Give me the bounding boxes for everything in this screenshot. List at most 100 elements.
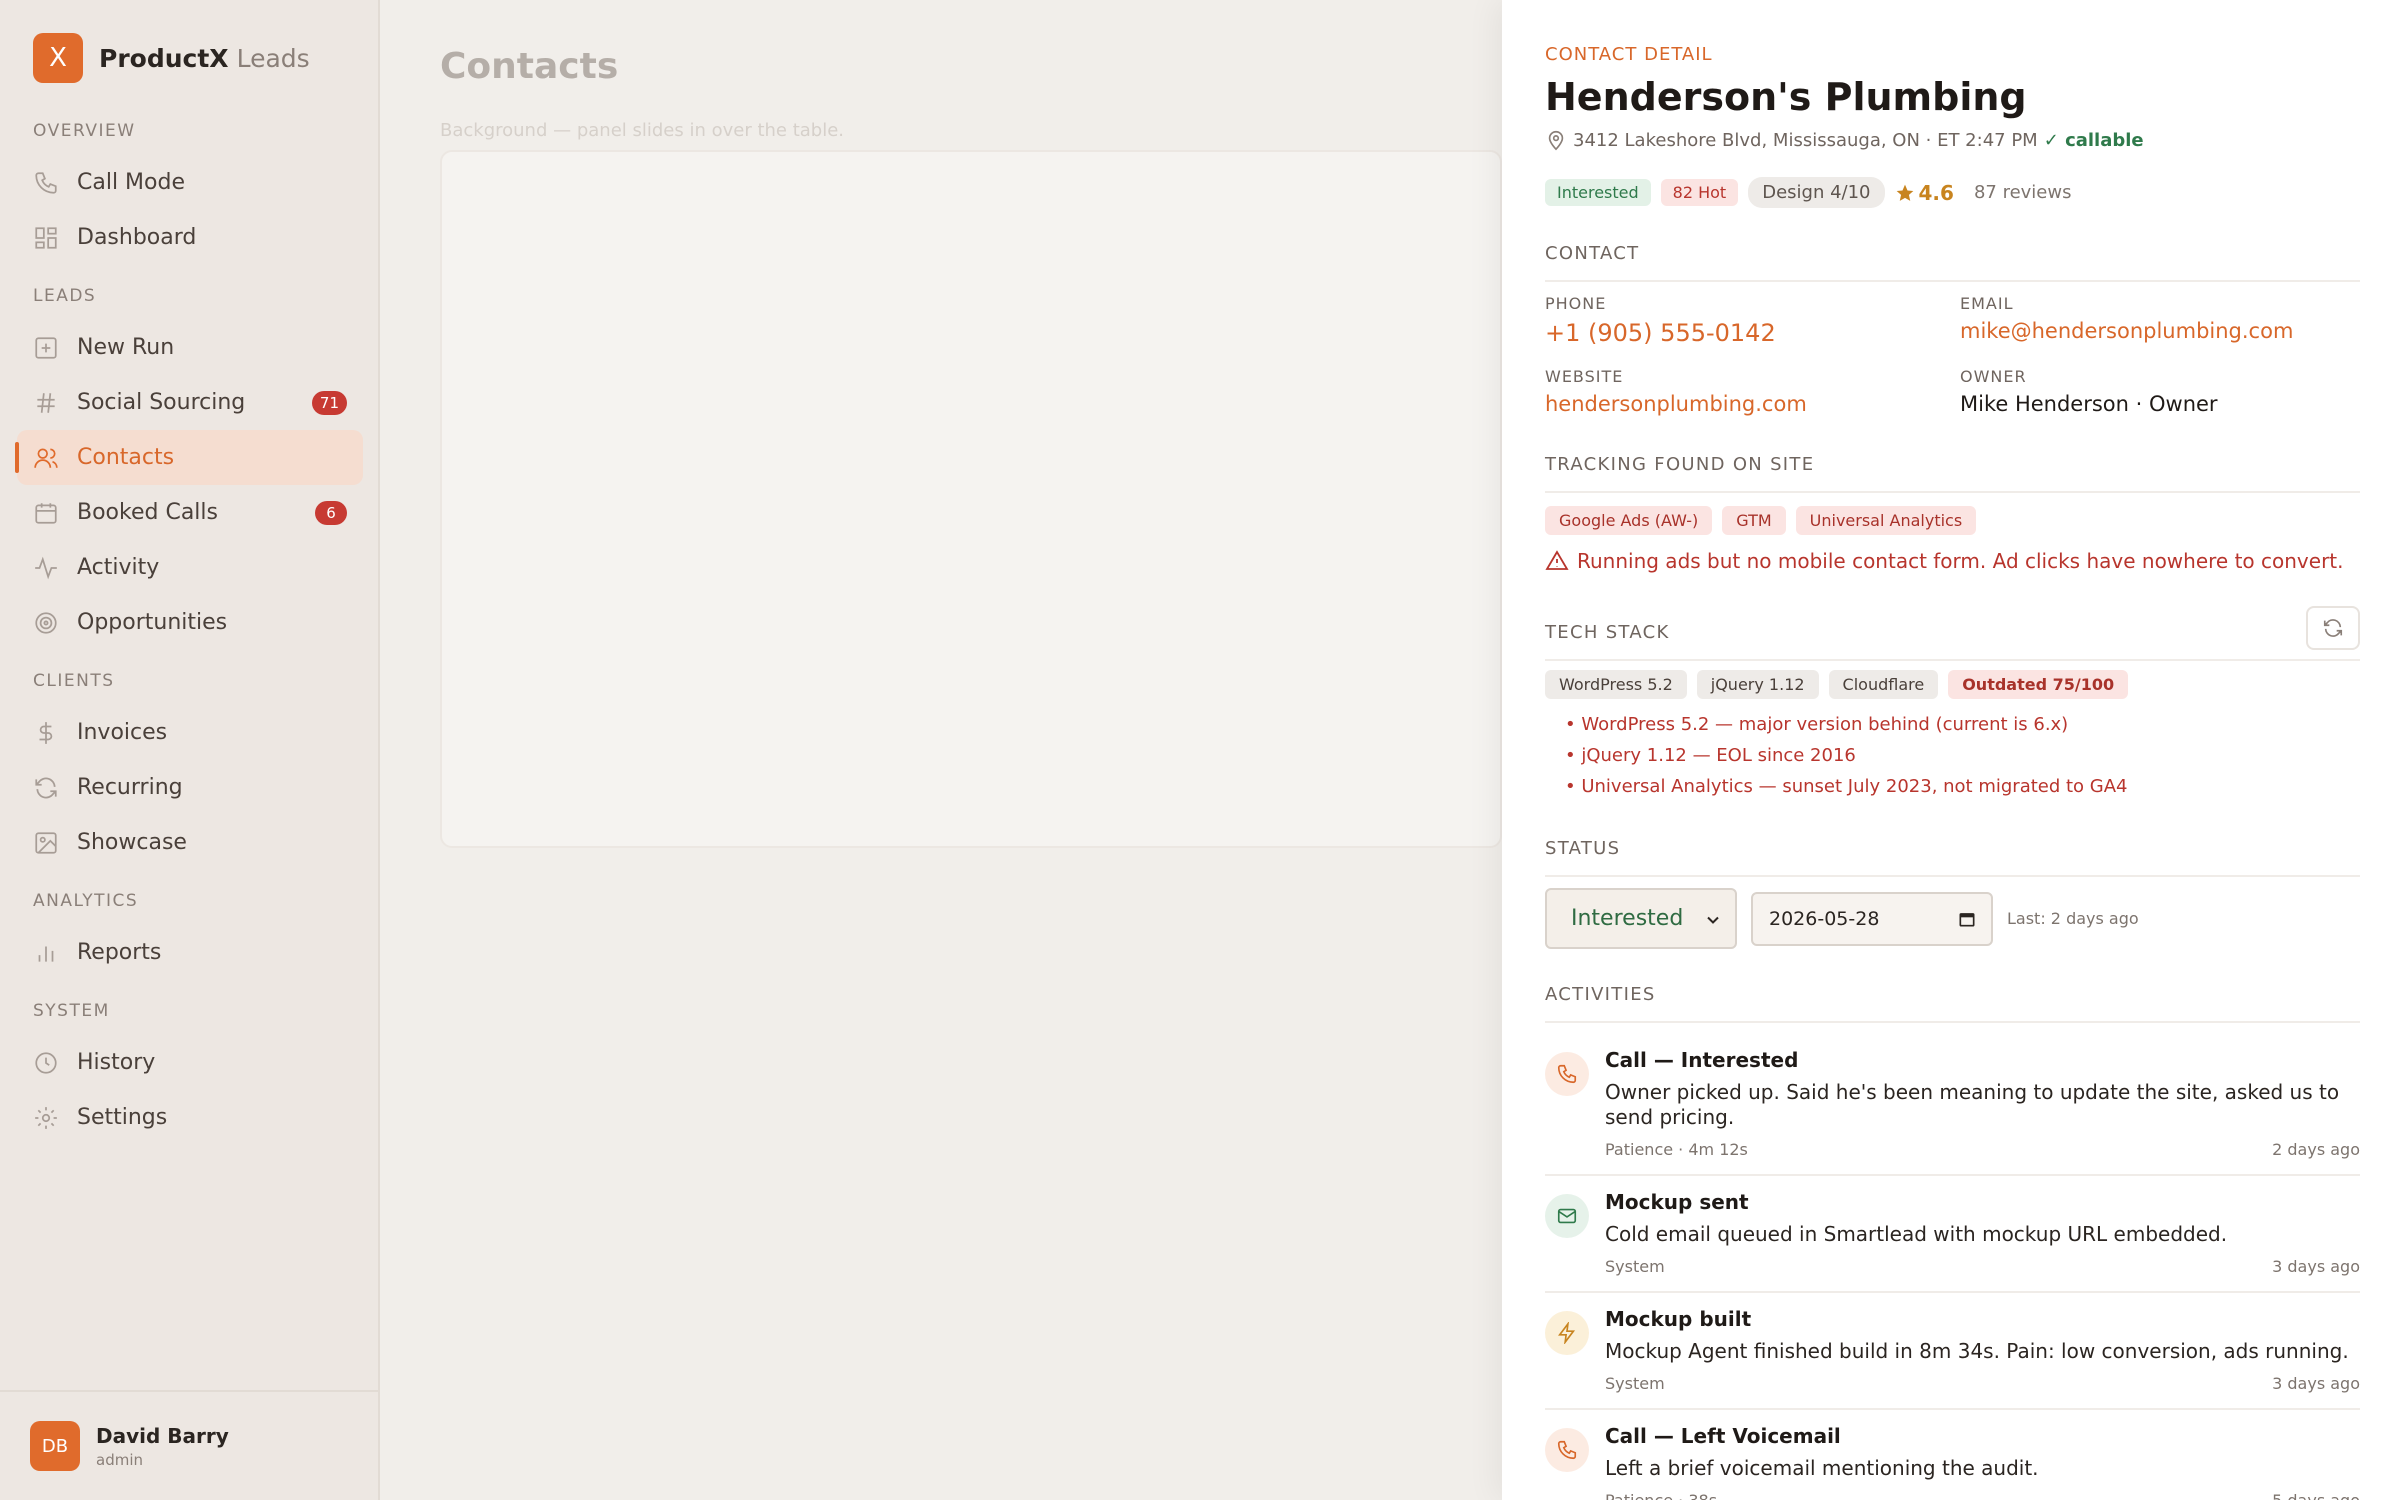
owner-label: OWNER <box>1960 367 2027 386</box>
tech-tags: WordPress 5.2 jQuery 1.12 Cloudflare Out… <box>1545 670 2360 699</box>
business-name: Henderson's Plumbing <box>1545 75 2027 119</box>
follow-up-date-input[interactable]: 2026-05-28 <box>1751 891 1993 946</box>
activity-title: Mockup built <box>1605 1307 1752 1331</box>
sidebar-item-activity[interactable]: Activity <box>17 540 363 595</box>
nav-section-system: SYSTEM <box>33 1001 110 1021</box>
status-select[interactable]: Interested <box>1545 888 1737 949</box>
gear-icon <box>35 1106 57 1129</box>
activity-author: System <box>1605 1257 1665 1276</box>
outdated-badge: Outdated 75/100 <box>1948 670 2129 699</box>
user-profile[interactable]: DB David Barry admin <box>0 1390 380 1500</box>
tracking-tag: Universal Analytics <box>1795 506 1977 535</box>
rating-value: 4.6 <box>1918 180 1954 205</box>
sidebar-item-label: New Run <box>77 335 175 360</box>
sidebar-item-label: Invoices <box>77 720 168 745</box>
sidebar-item-label: Opportunities <box>77 610 228 635</box>
activity-item[interactable]: Call — Interested Owner picked up. Said … <box>1545 1048 2360 1176</box>
sidebar-item-invoices[interactable]: Invoices <box>17 705 363 760</box>
sidebar-nav: OVERVIEW Call Mode Dashboard LEADS New R… <box>0 100 380 1145</box>
brand-logo: X <box>33 33 83 83</box>
activity-time: 2 days ago <box>2272 1140 2360 1159</box>
lightning-icon <box>1558 1322 1576 1344</box>
clock-icon <box>35 1051 57 1074</box>
sidebar-item-settings[interactable]: Settings <box>17 1090 363 1145</box>
sidebar-item-dashboard[interactable]: Dashboard <box>17 210 363 265</box>
tech-tag: WordPress 5.2 <box>1545 670 1687 699</box>
activity-author: Patience · 38s <box>1605 1491 1717 1500</box>
users-icon <box>34 447 58 468</box>
sidebar-item-contacts[interactable]: Contacts <box>15 430 363 485</box>
score-badge: 82 Hot <box>1660 179 1739 206</box>
user-name: David Barry <box>96 1423 229 1448</box>
user-role: admin <box>96 1450 143 1469</box>
activity-title: Mockup sent <box>1605 1190 1749 1214</box>
activity-title: Call — Left Voicemail <box>1605 1424 1841 1448</box>
activity-item[interactable]: Mockup built Mockup Agent finished build… <box>1545 1307 2360 1410</box>
nav-section-analytics: ANALYTICS <box>33 891 139 911</box>
activity-time: 3 days ago <box>2272 1374 2360 1393</box>
sidebar-item-reports[interactable]: Reports <box>17 925 363 980</box>
sidebar-item-call-mode[interactable]: Call Mode <box>17 155 363 210</box>
sidebar-item-social-sourcing[interactable]: Social Sourcing 71 <box>17 375 363 430</box>
section-heading-tech: TECH STACK <box>1545 622 2360 661</box>
activity-icon-wrap <box>1545 1052 1589 1096</box>
brand[interactable]: X ProductX Leads <box>33 33 310 83</box>
owner-value: Mike Henderson · Owner <box>1960 392 2218 416</box>
address-row: 3412 Lakeshore Blvd, Mississauga, ON · E… <box>1545 129 2360 151</box>
section-heading-contact: CONTACT <box>1545 243 2360 282</box>
warning-icon <box>1545 550 1569 570</box>
activity-description: Left a brief voicemail mentioning the au… <box>1605 1456 2039 1480</box>
website-label: WEBSITE <box>1545 367 1624 386</box>
reviews-count: 87 reviews <box>1973 182 2072 203</box>
activity-time: 5 days ago <box>2272 1491 2360 1500</box>
sidebar-item-booked-calls[interactable]: Booked Calls 6 <box>17 485 363 540</box>
hash-icon <box>37 392 55 413</box>
status-controls: Interested 2026-05-28 Last: 2 days ago <box>1545 888 2360 949</box>
sidebar-item-opportunities[interactable]: Opportunities <box>17 595 363 650</box>
calendar-icon[interactable] <box>1957 909 1977 929</box>
sidebar-item-recurring[interactable]: Recurring <box>17 760 363 815</box>
dashboard-icon <box>35 226 57 249</box>
contact-fields: PHONE +1 (905) 555-0142 EMAIL mike@hende… <box>1545 294 2360 416</box>
star-icon <box>1896 184 1913 201</box>
sidebar-item-label: Reports <box>77 940 162 965</box>
email-link[interactable]: mike@hendersonplumbing.com <box>1960 319 2360 343</box>
website-link[interactable]: hendersonplumbing.com <box>1545 392 1960 416</box>
avatar: DB <box>30 1421 80 1471</box>
phone-icon <box>1557 1440 1577 1460</box>
page-title: Contacts <box>440 46 619 87</box>
status-badge: Interested <box>1545 179 1651 206</box>
activity-item[interactable]: Mockup sent Cold email queued in Smartle… <box>1545 1190 2360 1293</box>
tech-tag: jQuery 1.12 <box>1696 670 1819 699</box>
bar-chart-icon <box>38 946 54 962</box>
tech-issues-list: • WordPress 5.2 — major version behind (… <box>1545 709 2360 802</box>
section-heading-status: STATUS <box>1545 838 2360 877</box>
last-contacted: Last: 2 days ago <box>2007 909 2139 928</box>
sidebar-item-label: Activity <box>77 555 160 580</box>
activity-icon-wrap <box>1545 1428 1589 1472</box>
sidebar-item-new-run[interactable]: New Run <box>17 320 363 375</box>
map-pin-icon <box>1548 130 1564 151</box>
activity-item[interactable]: Call — Left Voicemail Left a brief voice… <box>1545 1424 2360 1500</box>
activity-author: Patience · 4m 12s <box>1605 1140 1748 1159</box>
design-badge: Design 4/10 <box>1748 177 1885 208</box>
chips-row: Interested 82 Hot Design 4/10 4.6 87 rev… <box>1545 177 2360 208</box>
target-icon <box>35 611 57 634</box>
refresh-tech-button[interactable] <box>2306 606 2360 650</box>
activity-description: Owner picked up. Said he's been meaning … <box>1605 1080 2340 1129</box>
phone-link[interactable]: +1 (905) 555-0142 <box>1545 319 1960 347</box>
sidebar-item-label: Showcase <box>77 830 187 855</box>
sidebar-item-label: History <box>77 1050 156 1075</box>
phone-icon <box>35 171 57 194</box>
sidebar-item-label: Call Mode <box>77 170 186 195</box>
sidebar-item-label: Settings <box>77 1105 168 1130</box>
contact-detail-panel: CONTACT DETAIL Henderson's Plumbing 3412… <box>1502 0 2400 1500</box>
section-heading-tracking: TRACKING FOUND ON SITE <box>1545 454 2360 493</box>
sidebar-item-label: Recurring <box>77 775 183 800</box>
nav-section-overview: OVERVIEW <box>33 121 136 141</box>
sidebar-item-label: Booked Calls <box>77 500 218 525</box>
refresh-icon <box>35 777 57 798</box>
activity-description: Mockup Agent finished build in 8m 34s. P… <box>1605 1339 2349 1363</box>
sidebar-item-showcase[interactable]: Showcase <box>17 815 363 870</box>
sidebar-item-history[interactable]: History <box>17 1035 363 1090</box>
